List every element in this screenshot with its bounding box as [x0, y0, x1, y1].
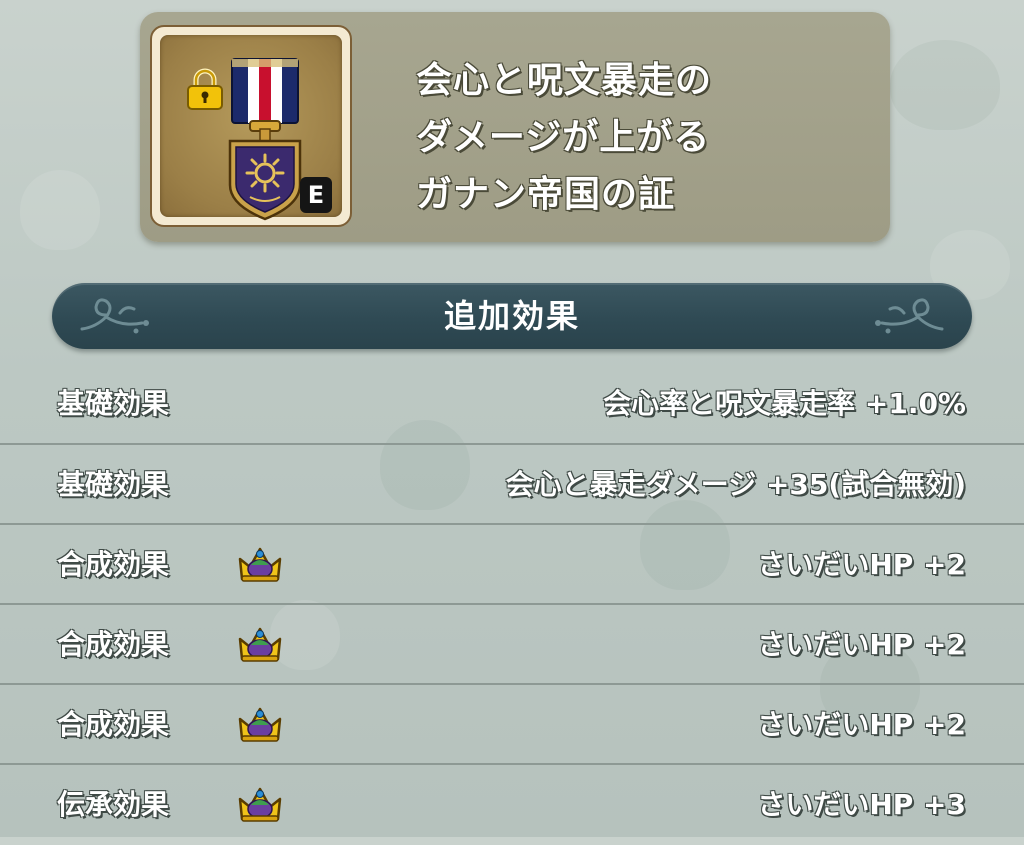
- item-icon-frame[interactable]: E: [150, 25, 352, 227]
- item-name-line: ダメージが上がる: [416, 117, 711, 158]
- effect-type-label: 基礎効果: [57, 387, 170, 420]
- effect-value: さいだいHP +2: [757, 548, 966, 581]
- item-name: 会心と呪文暴走の ダメージが上がる ガナン帝国の証: [416, 52, 876, 223]
- crown-icon: [238, 707, 282, 742]
- effect-type-label: 伝承効果: [57, 788, 170, 821]
- crown-icon: [238, 787, 282, 822]
- equipped-badge: E: [300, 177, 332, 213]
- section-title: 追加効果: [443, 297, 580, 335]
- effect-type-label: 基礎効果: [57, 468, 170, 501]
- crown-icon: [238, 627, 282, 662]
- medal-icon: [228, 58, 302, 221]
- background-pattern: [890, 40, 1000, 130]
- effect-row: 基礎効果 会心と暴走ダメージ +35(試合無効): [0, 445, 1024, 525]
- lock-icon: [187, 68, 223, 110]
- effect-row: 伝承効果 さいだいHP +3: [0, 765, 1024, 845]
- effect-row: 基礎効果 会心率と呪文暴走率 +1.0%: [0, 365, 1024, 445]
- effects-list: 基礎効果 会心率と呪文暴走率 +1.0% 基礎効果 会心と暴走ダメージ +35(…: [0, 365, 1024, 845]
- effect-value: 会心率と呪文暴走率 +1.0%: [603, 387, 966, 420]
- effect-type-label: 合成効果: [57, 628, 170, 661]
- crown-icon: [238, 547, 282, 582]
- item-detail-card: E 会心と呪文暴走の ダメージが上がる ガナン帝国の証: [140, 12, 890, 242]
- effect-value: さいだいHP +2: [757, 628, 966, 661]
- effect-type-label: 合成効果: [57, 708, 170, 741]
- item-name-line: ガナン帝国の証: [416, 174, 676, 215]
- item-name-line: 会心と呪文暴走の: [416, 60, 713, 101]
- flourish-ornament-icon: [875, 298, 944, 334]
- item-icon-background: E: [160, 35, 342, 221]
- effect-row: 合成効果 さいだいHP +2: [0, 605, 1024, 685]
- effect-value: さいだいHP +2: [757, 708, 966, 741]
- additional-effects-header: 追加効果: [52, 283, 972, 349]
- effect-value: さいだいHP +3: [757, 788, 966, 821]
- effect-value: 会心と暴走ダメージ +35(試合無効): [505, 468, 966, 501]
- effect-type-label: 合成効果: [57, 548, 170, 581]
- effect-row: 合成効果 さいだいHP +2: [0, 525, 1024, 605]
- background-pattern: [20, 170, 100, 250]
- effect-row: 合成効果 さいだいHP +2: [0, 685, 1024, 765]
